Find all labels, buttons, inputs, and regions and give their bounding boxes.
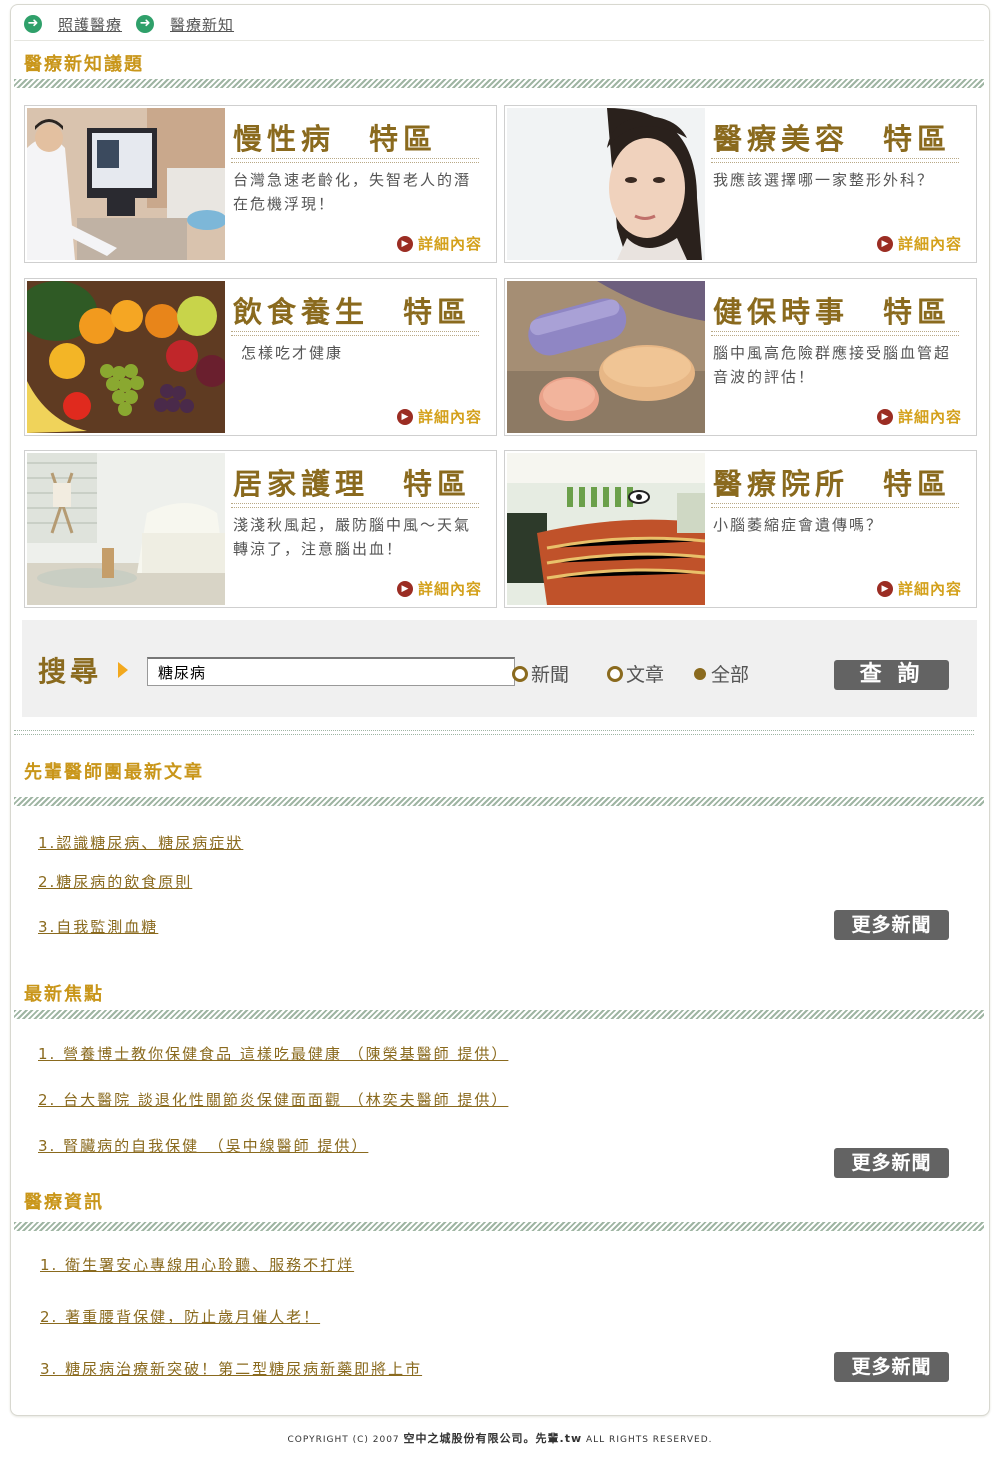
card-chronic[interactable]: 慢性病 特區 台灣急速老齡化，失智老人的潛在危機浮現！ ▶ 詳細內容 bbox=[24, 105, 497, 263]
details-link-label[interactable]: 詳細內容 bbox=[418, 578, 482, 599]
play-icon: ▶ bbox=[876, 235, 893, 252]
card-description: 腦中風高危險群應接受腦血管超音波的評估！ bbox=[713, 344, 952, 386]
details-link[interactable]: ▶ 詳細內容 bbox=[396, 233, 482, 254]
arrow-right-icon: ➜ bbox=[24, 15, 42, 33]
card-title: 居家護理 特區 bbox=[233, 467, 472, 501]
news-link[interactable]: 2. 台大醫院 談退化性關節炎保健面面觀 （林奕夫醫師 提供） bbox=[38, 1089, 508, 1110]
radio-selected-icon[interactable] bbox=[694, 667, 706, 680]
dotted-divider bbox=[711, 158, 959, 163]
triangle-right-icon bbox=[118, 662, 128, 678]
play-icon: ▶ bbox=[396, 235, 413, 252]
news-link[interactable]: 3. 腎臟病的自我保健 （吳中線醫師 提供） bbox=[38, 1135, 368, 1156]
search-panel: 搜尋 新聞 文章 全部 查 詢 bbox=[22, 620, 977, 717]
article-link[interactable]: 2.糖尿病的飲食原則 bbox=[38, 871, 192, 892]
details-link-label[interactable]: 詳細內容 bbox=[898, 578, 962, 599]
card-diet[interactable]: 飲食養生 特區 怎樣吃才健康 ▶ 詳細內容 bbox=[24, 278, 497, 436]
hatch-divider bbox=[14, 1010, 984, 1019]
woman-portrait-image bbox=[507, 108, 705, 260]
play-icon: ▶ bbox=[876, 580, 893, 597]
radio-label: 新聞 bbox=[531, 664, 570, 686]
breadcrumb-item-news[interactable]: ➜ 醫療新知 bbox=[136, 14, 234, 35]
dotted-divider bbox=[231, 331, 479, 336]
dotted-divider bbox=[231, 503, 479, 508]
details-link[interactable]: ▶ 詳細內容 bbox=[396, 578, 482, 599]
news-link[interactable]: 1. 營養博士教你保健食品 這樣吃最健康 （陳榮基醫師 提供） bbox=[38, 1043, 508, 1064]
card-title: 飲食養生 特區 bbox=[233, 295, 472, 329]
play-icon: ▶ bbox=[876, 408, 893, 425]
hatch-divider bbox=[14, 1222, 984, 1231]
copyright-suffix: ALL RIGHTS RESERVED. bbox=[586, 1435, 713, 1445]
article-link[interactable]: 3.自我監測血糖 bbox=[38, 916, 158, 937]
hatch-divider bbox=[14, 797, 984, 806]
card-title: 醫療美容 特區 bbox=[713, 122, 952, 156]
copyright-prefix: COPYRIGHT (C) 2007 bbox=[287, 1435, 400, 1445]
card-insurance[interactable]: 健保時事 特區 腦中風高危險群應接受腦血管超音波的評估！ ▶ 詳細內容 bbox=[504, 278, 977, 436]
card-cosmetic[interactable]: 醫療美容 特區 我應該選擇哪一家整形外科？ ▶ 詳細內容 bbox=[504, 105, 977, 263]
search-input[interactable] bbox=[147, 657, 515, 686]
section-title-focus: 最新焦點 bbox=[24, 984, 104, 1005]
living-room-image bbox=[27, 453, 225, 605]
doctor-monitor-image bbox=[27, 108, 225, 260]
dotted-divider bbox=[14, 730, 974, 735]
card-title: 健保時事 特區 bbox=[713, 295, 952, 329]
breadcrumb: ➜ 照護醫療 ➜ 醫療新知 bbox=[24, 12, 248, 36]
details-link[interactable]: ▶ 詳細內容 bbox=[876, 233, 962, 254]
details-link-label[interactable]: 詳細內容 bbox=[418, 233, 482, 254]
card-description: 台灣急速老齡化，失智老人的潛在危機浮現！ bbox=[233, 171, 472, 213]
dotted-divider bbox=[711, 331, 959, 336]
card-description: 小腦萎縮症會遺傳嗎？ bbox=[713, 516, 884, 534]
fruit-basket-image bbox=[27, 281, 225, 433]
card-description: 淺淺秋風起，嚴防腦中風～天氣轉涼了，注意腦出血！ bbox=[233, 516, 472, 558]
card-title: 醫療院所 特區 bbox=[713, 467, 952, 501]
section-title-doctors: 先輩醫師團最新文章 bbox=[24, 762, 204, 783]
copyright: COPYRIGHT (C) 2007 空中之城股份有限公司。先輩.tw ALL … bbox=[0, 1430, 1000, 1446]
more-news-button[interactable]: 更多新聞 bbox=[834, 1352, 949, 1382]
article-link[interactable]: 1.認識糖尿病、糖尿病症狀 bbox=[38, 832, 243, 853]
divider bbox=[14, 40, 984, 41]
radio-all[interactable]: 全部 bbox=[692, 660, 749, 687]
search-button[interactable]: 查 詢 bbox=[834, 660, 949, 690]
details-link[interactable]: ▶ 詳細內容 bbox=[876, 578, 962, 599]
arrow-right-icon: ➜ bbox=[136, 15, 155, 33]
info-link[interactable]: 1. 衛生署安心專線用心聆聽、服務不打烊 bbox=[40, 1254, 354, 1275]
more-news-button[interactable]: 更多新聞 bbox=[834, 910, 949, 940]
radio-label: 文章 bbox=[626, 664, 665, 686]
radio-label: 全部 bbox=[711, 664, 750, 686]
breadcrumb-label[interactable]: 照護醫療 bbox=[58, 14, 122, 35]
radio-circle-icon[interactable] bbox=[607, 665, 623, 682]
section-title-topics: 醫療新知議題 bbox=[24, 54, 144, 75]
pills-image bbox=[507, 281, 705, 433]
card-description: 我應該選擇哪一家整形外科？ bbox=[713, 171, 935, 189]
dotted-divider bbox=[231, 158, 479, 163]
play-icon: ▶ bbox=[396, 580, 413, 597]
clinic-lobby-image bbox=[507, 453, 705, 605]
info-link[interactable]: 2. 著重腰背保健，防止歲月催人老！ bbox=[40, 1306, 320, 1327]
card-clinic[interactable]: 醫療院所 特區 小腦萎縮症會遺傳嗎？ ▶ 詳細內容 bbox=[504, 450, 977, 608]
company-name: 空中之城股份有限公司。先輩.tw bbox=[403, 1432, 583, 1445]
details-link-label[interactable]: 詳細內容 bbox=[418, 406, 482, 427]
section-title-info: 醫療資訊 bbox=[24, 1192, 104, 1213]
radio-articles[interactable]: 文章 bbox=[607, 660, 664, 687]
info-link[interactable]: 3. 糖尿病治療新突破！第二型糖尿病新藥即將上市 bbox=[40, 1358, 422, 1379]
radio-circle-icon[interactable] bbox=[512, 665, 528, 682]
details-link-label[interactable]: 詳細內容 bbox=[898, 233, 962, 254]
dotted-divider bbox=[711, 503, 959, 508]
search-label: 搜尋 bbox=[38, 655, 103, 688]
breadcrumb-label[interactable]: 醫療新知 bbox=[170, 14, 234, 35]
card-home-care[interactable]: 居家護理 特區 淺淺秋風起，嚴防腦中風～天氣轉涼了，注意腦出血！ ▶ 詳細內容 bbox=[24, 450, 497, 608]
details-link[interactable]: ▶ 詳細內容 bbox=[876, 406, 962, 427]
play-icon: ▶ bbox=[396, 408, 413, 425]
more-news-button[interactable]: 更多新聞 bbox=[834, 1148, 949, 1178]
hatch-divider bbox=[14, 79, 984, 88]
details-link-label[interactable]: 詳細內容 bbox=[898, 406, 962, 427]
card-title: 慢性病 特區 bbox=[233, 122, 438, 156]
card-description: 怎樣吃才健康 bbox=[241, 344, 344, 362]
details-link[interactable]: ▶ 詳細內容 bbox=[396, 406, 482, 427]
breadcrumb-item-care[interactable]: ➜ 照護醫療 bbox=[24, 14, 122, 35]
radio-news[interactable]: 新聞 bbox=[512, 660, 569, 687]
